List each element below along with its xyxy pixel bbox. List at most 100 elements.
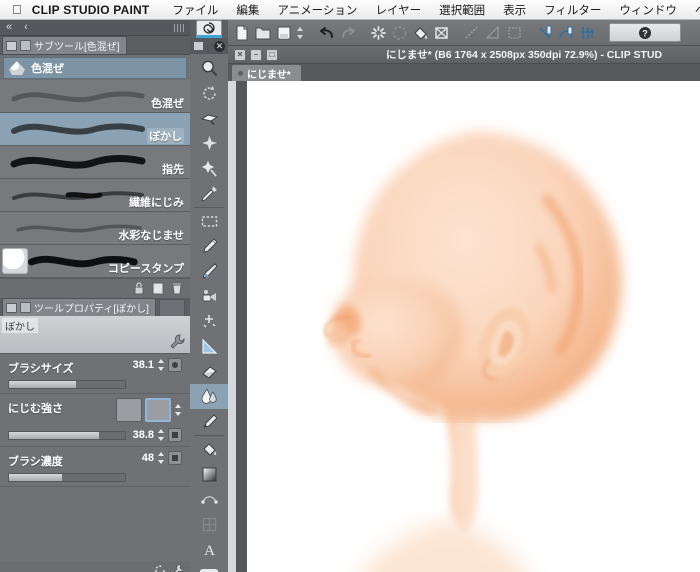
new-file-icon[interactable] (232, 23, 251, 42)
marquee-select-tool[interactable] (190, 209, 228, 234)
lock-icon[interactable] (132, 281, 146, 296)
spinner-icon[interactable] (174, 403, 182, 417)
subtool-item-suisai-najimase[interactable]: 水彩なじませ (0, 212, 190, 245)
new-subtool-icon[interactable] (151, 281, 165, 296)
menu-filter[interactable]: フィルター (535, 2, 610, 18)
nav-back-icon[interactable]: ‹ (18, 22, 34, 33)
decoration-icon (203, 315, 215, 328)
menu-hamburger-icon[interactable] (6, 40, 17, 51)
menu-help[interactable]: ヘル (686, 2, 700, 18)
frame-border-icon (202, 517, 216, 532)
magnifier-tool[interactable] (190, 56, 228, 81)
document-tab[interactable]: にじませ* (232, 65, 301, 81)
blend-mode-spread-button[interactable] (116, 398, 142, 422)
wrench-icon[interactable] (168, 333, 186, 351)
ruler-triangle-icon (201, 338, 217, 354)
brush-size-value: 38.1 (132, 359, 154, 371)
magic-wand-tool[interactable] (190, 156, 228, 181)
select-all-icon[interactable] (390, 23, 409, 42)
menu-file[interactable]: ファイル (163, 2, 227, 18)
refresh-icon[interactable] (153, 563, 167, 572)
fill-tool[interactable] (190, 437, 228, 462)
canvas[interactable] (247, 81, 700, 572)
blend-mode-edge-button[interactable] (145, 398, 171, 422)
updown-icon[interactable] (295, 23, 305, 42)
figure-tool[interactable] (190, 487, 228, 512)
spinner-icon[interactable] (157, 358, 165, 372)
menu-layer[interactable]: レイヤー (366, 2, 430, 18)
transform-icon (199, 134, 219, 153)
brush-density-slider[interactable] (8, 473, 126, 482)
brush-tool[interactable] (190, 409, 228, 434)
eyedropper-tool[interactable] (190, 181, 228, 206)
subtool-item-iromaze[interactable]: 色混ぜ (0, 80, 190, 113)
subtool-item-seni-nijimi[interactable]: 繊維にじみ (0, 179, 190, 212)
panel-grip-handle[interactable] (174, 24, 184, 32)
pressure-icon[interactable] (168, 358, 182, 372)
vertical-ruler[interactable] (228, 81, 236, 572)
nav-back-all-icon[interactable]: « (0, 22, 18, 33)
redo-icon[interactable] (338, 23, 357, 42)
ruler-tool[interactable] (190, 334, 228, 359)
wrench-icon[interactable] (171, 563, 185, 572)
subtool-item-copy-stamp[interactable]: コピースタンプ (0, 245, 190, 278)
brush-stroke-preview (12, 191, 144, 200)
undo-icon[interactable] (317, 23, 336, 42)
menu-view[interactable]: 表示 (494, 2, 535, 18)
ruler-snap-c-icon[interactable] (578, 23, 597, 42)
menu-hamburger-icon[interactable] (193, 41, 204, 51)
deselect-icon[interactable] (369, 23, 388, 42)
menu-edit[interactable]: 編集 (227, 2, 268, 18)
tab-subtool[interactable]: サブツール[色混ぜ] (2, 36, 127, 54)
frame-border-tool[interactable] (190, 512, 228, 537)
fill-icon[interactable] (411, 23, 430, 42)
spinner-icon[interactable] (157, 451, 165, 465)
gradient-tool[interactable] (190, 462, 228, 487)
menu-window[interactable]: ウィンドウ (610, 2, 686, 18)
spinner-icon[interactable] (157, 428, 165, 442)
ruler-c-icon[interactable] (505, 23, 524, 42)
balloon-tool[interactable] (190, 562, 228, 572)
ruler-b-icon[interactable] (484, 23, 503, 42)
menu-hamburger-icon[interactable] (6, 302, 17, 313)
eraser-tool[interactable] (190, 359, 228, 384)
pencil-tool[interactable] (190, 259, 228, 284)
ruler-snap-a-icon[interactable] (536, 23, 555, 42)
open-file-icon[interactable] (253, 23, 272, 42)
subtool-group-header[interactable]: 色混ぜ (3, 57, 187, 79)
tool-list: A (190, 54, 228, 572)
blend-tool[interactable] (190, 384, 228, 409)
brush-size-slider[interactable] (8, 380, 126, 389)
apple-logo-icon[interactable]:  (0, 3, 32, 16)
save-icon[interactable] (274, 23, 293, 42)
menu-animation[interactable]: アニメーション (268, 2, 366, 18)
square-icon[interactable] (168, 428, 182, 442)
transform-tool[interactable] (190, 131, 228, 156)
trash-icon[interactable] (170, 281, 184, 296)
balloon-icon (199, 569, 218, 572)
blend-strength-slider[interactable] (8, 431, 126, 440)
square-icon[interactable] (168, 451, 182, 465)
airbrush-icon (202, 290, 216, 302)
property-brush-size: ブラシサイズ 38.1 (0, 354, 190, 394)
airbrush-tool[interactable] (190, 284, 228, 309)
subtool-item-yubisaki[interactable]: 指先 (0, 146, 190, 179)
ruler-a-icon[interactable] (463, 23, 482, 42)
tab-brush-settings[interactable] (158, 299, 185, 316)
pen-tool[interactable] (190, 234, 228, 259)
move-layer-tool[interactable] (190, 106, 228, 131)
decoration-tool[interactable] (190, 309, 228, 334)
close-icon[interactable]: ✕ (214, 40, 225, 52)
copy-stamp-icon (2, 248, 28, 274)
transform-icon[interactable] (432, 23, 451, 42)
tab-tool-property[interactable]: ツールプロパティ[ぼかし] (2, 298, 156, 316)
text-tool[interactable]: A (190, 537, 228, 562)
tool-palette-tab[interactable] (196, 20, 222, 38)
subtool-item-bokashi[interactable]: ぼかし (0, 113, 190, 146)
macos-menu-bar:  CLIP STUDIO PAINT ファイル 編集 アニメーション レイヤー… (0, 0, 700, 20)
ruler-snap-b-icon[interactable] (557, 23, 576, 42)
rotate-tool[interactable] (190, 81, 228, 106)
menu-selection[interactable]: 選択範囲 (430, 2, 494, 18)
help-icon[interactable]: ? (609, 23, 681, 42)
unsaved-indicator-icon (238, 70, 243, 76)
